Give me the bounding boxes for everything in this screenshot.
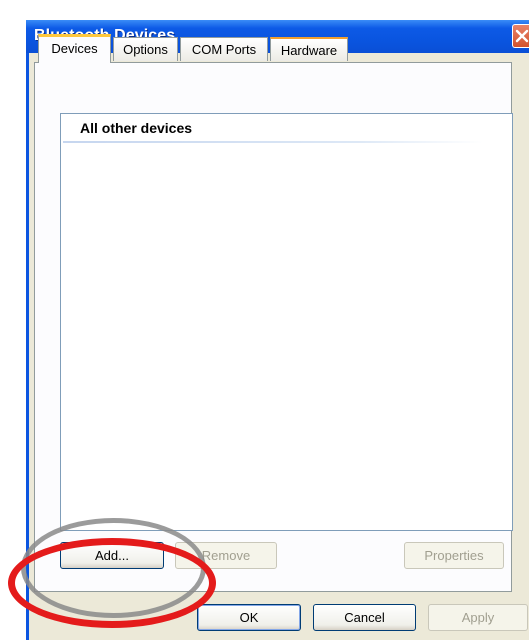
- tab-devices[interactable]: Devices: [38, 34, 111, 63]
- tab-com-ports-label: COM Ports: [191, 42, 257, 57]
- properties-button[interactable]: Properties: [404, 542, 504, 569]
- tab-options-label: Options: [123, 42, 168, 57]
- annotation-red-ring: [8, 538, 216, 628]
- tab-hardware[interactable]: Hardware: [270, 37, 348, 61]
- tab-hardware-label: Hardware: [280, 43, 338, 58]
- group-header-all-other-devices: All other devices: [80, 120, 193, 136]
- apply-button[interactable]: Apply: [428, 604, 528, 631]
- group-divider: [63, 141, 483, 143]
- close-icon: [515, 29, 529, 43]
- ok-button[interactable]: OK: [197, 604, 301, 631]
- cancel-button[interactable]: Cancel: [313, 604, 416, 631]
- tab-com-ports[interactable]: COM Ports: [180, 37, 268, 61]
- close-button[interactable]: [512, 24, 529, 48]
- tab-devices-label: Devices: [51, 41, 98, 56]
- device-list[interactable]: All other devices: [60, 113, 513, 531]
- tab-options[interactable]: Options: [113, 37, 178, 61]
